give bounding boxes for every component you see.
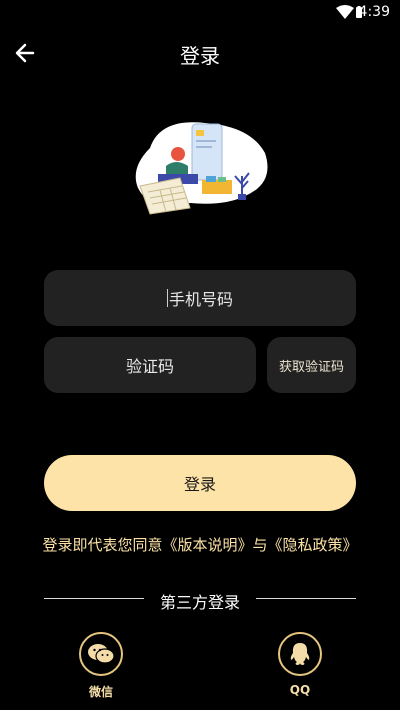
get-code-button[interactable]: 获取验证码	[267, 337, 356, 393]
privacy-policy-link[interactable]: 《隐私政策》	[268, 536, 358, 554]
status-time: 4:39	[358, 4, 390, 20]
wechat-label: 微信	[88, 685, 113, 699]
phone-input[interactable]: 手机号码	[44, 270, 356, 326]
login-button[interactable]: 登录	[44, 455, 356, 511]
divider-right	[256, 598, 356, 599]
status-bar: 4:39	[0, 0, 400, 26]
agreement-prefix: 登录即代表您同意	[42, 536, 163, 554]
agreement-text: 登录即代表您同意《版本说明》与《隐私政策》	[0, 534, 400, 555]
agreement-conjunction: 与	[252, 536, 268, 554]
page-title: 登录	[180, 44, 220, 68]
code-placeholder: 验证码	[125, 357, 174, 376]
phone-placeholder: 手机号码	[168, 290, 233, 309]
qq-label: QQ	[289, 683, 311, 697]
version-notes-link[interactable]: 《版本说明》	[162, 536, 252, 554]
wechat-icon	[88, 644, 115, 664]
wechat-login-button[interactable]	[79, 632, 123, 676]
qq-login-button[interactable]	[278, 632, 322, 676]
login-illustration	[135, 122, 268, 215]
wifi-icon	[336, 5, 354, 19]
verification-code-input[interactable]: 验证码	[44, 337, 256, 393]
third-party-title: 第三方登录	[159, 593, 240, 612]
text-caret	[166, 289, 168, 307]
qq-icon	[290, 643, 310, 665]
